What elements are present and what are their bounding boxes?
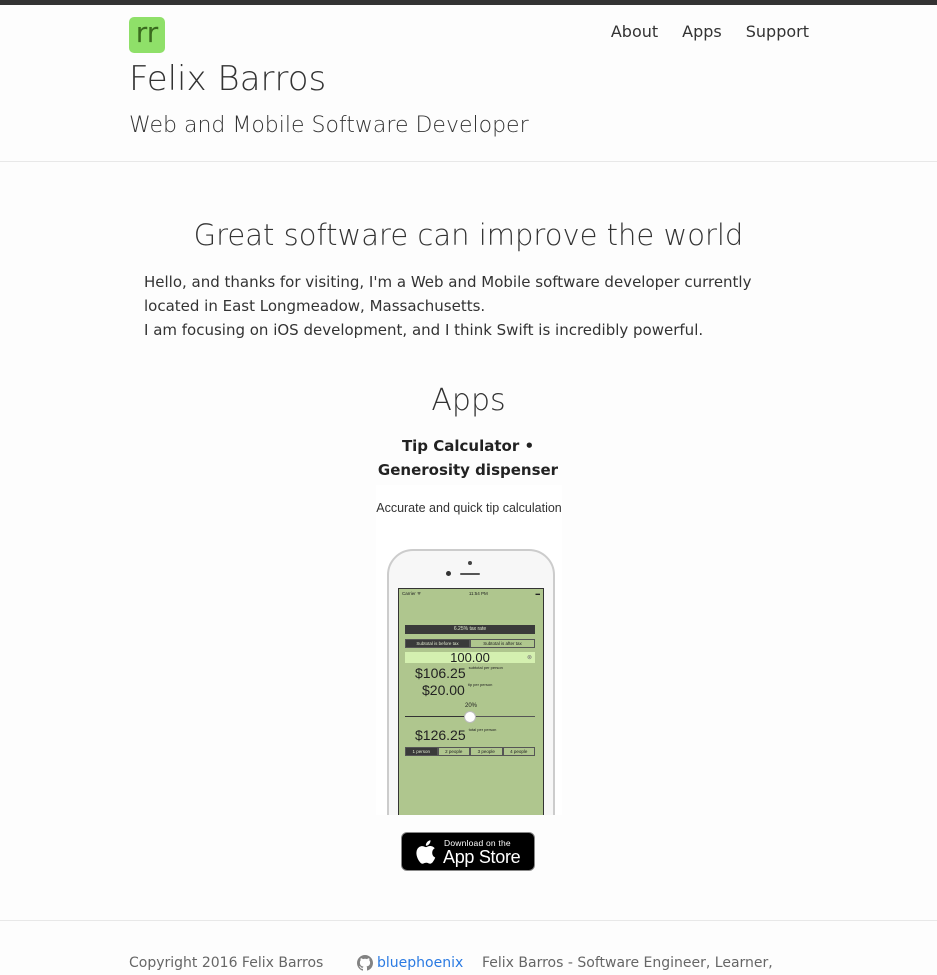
- phone-frame: Carrier ᯤ 11:54 PM ▬ 6.25% tax rate Subt…: [387, 549, 555, 815]
- amount-value: 100.00: [450, 650, 490, 665]
- nav-link-apps[interactable]: Apps: [682, 22, 722, 41]
- app-name-line-1: Tip Calculator •: [401, 437, 535, 455]
- app-screenshot: Accurate and quick tip calculation Carri…: [376, 485, 562, 815]
- tip-percent: 20%: [464, 703, 477, 709]
- apple-icon: [416, 840, 436, 864]
- nav-link-support[interactable]: Support: [746, 22, 809, 41]
- app-name-line-2: Generosity dispenser: [377, 461, 559, 479]
- phone-sensor: [446, 571, 451, 576]
- total-label: total per person: [468, 727, 497, 732]
- footer-tagline: Felix Barros - Software Engineer, Learne…: [482, 955, 773, 971]
- segment-after-tax: Subtotal is after tax: [470, 639, 535, 648]
- segment-1-person: 1 person: [405, 747, 438, 756]
- clear-icon: ⊗: [526, 655, 532, 661]
- copyright-text: Copyright 2016 Felix Barros: [129, 955, 324, 971]
- segment-before-tax: Subtotal is before tax: [405, 639, 470, 648]
- github-username: bluephoenix: [377, 955, 464, 971]
- github-link[interactable]: bluephoenix: [357, 955, 463, 971]
- segment-2-people: 2 people: [437, 747, 470, 756]
- phone-camera: [468, 561, 472, 565]
- tax-mode-segments: Subtotal is before tax Subtotal is after…: [405, 639, 535, 648]
- intro-paragraph-2: I am focusing on iOS development, and I …: [144, 321, 704, 339]
- status-carrier: Carrier ᯤ: [402, 591, 422, 596]
- github-icon: [357, 955, 373, 971]
- total-value: $126.25: [415, 727, 466, 743]
- app-name: Tip Calculator • Generosity dispenser: [368, 434, 568, 482]
- intro-text: Hello, and thanks for visiting, I'm a We…: [144, 270, 804, 342]
- subtotal-label: subtotal per person: [468, 665, 503, 670]
- site-footer: Copyright 2016 Felix Barros bluephoenix …: [0, 920, 937, 975]
- subtotal-value: $106.25: [415, 665, 466, 681]
- site-title: Felix Barros: [129, 59, 327, 99]
- app-store-badge[interactable]: Download on the App Store: [401, 832, 535, 871]
- site-logo[interactable]: rr: [129, 17, 165, 53]
- subtotal-row: $106.25 subtotal per person: [415, 665, 503, 681]
- phone-screen: Carrier ᯤ 11:54 PM ▬ 6.25% tax rate Subt…: [398, 588, 544, 815]
- tip-value: $20.00: [422, 682, 465, 698]
- main-nav: About Apps Support: [611, 22, 809, 41]
- hero-heading: Great software can improve the world: [193, 218, 744, 252]
- battery-icon: ▬: [535, 591, 540, 596]
- site-header: rr About Apps Support Felix Barros Web a…: [0, 5, 937, 162]
- tax-rate-bar: 6.25% tax rate: [405, 625, 535, 634]
- apps-heading: Apps: [431, 383, 506, 418]
- segment-3-people: 3 people: [470, 747, 503, 756]
- tip-slider-fill: [405, 716, 470, 717]
- phone-speaker: [460, 573, 480, 575]
- intro-paragraph-1: Hello, and thanks for visiting, I'm a We…: [144, 273, 752, 315]
- total-row: $126.25 total per person: [415, 727, 497, 743]
- status-bar: Carrier ᯤ 11:54 PM ▬: [402, 591, 540, 597]
- amount-display: 100.00 ⊗: [405, 650, 535, 665]
- tip-label: tip per person: [467, 682, 493, 687]
- screenshot-caption: Accurate and quick tip calculation: [376, 501, 562, 515]
- app-store-big-text: App Store: [443, 847, 521, 867]
- tip-row: $20.00 tip per person: [422, 682, 493, 698]
- people-segments: 1 person 2 people 3 people 4 people: [405, 747, 535, 756]
- status-time: 11:54 PM: [468, 591, 488, 596]
- segment-4-people: 4 people: [502, 747, 535, 756]
- tip-slider-thumb: [464, 711, 476, 723]
- nav-link-about[interactable]: About: [611, 22, 658, 41]
- site-subtitle: Web and Mobile Software Developer: [129, 113, 529, 138]
